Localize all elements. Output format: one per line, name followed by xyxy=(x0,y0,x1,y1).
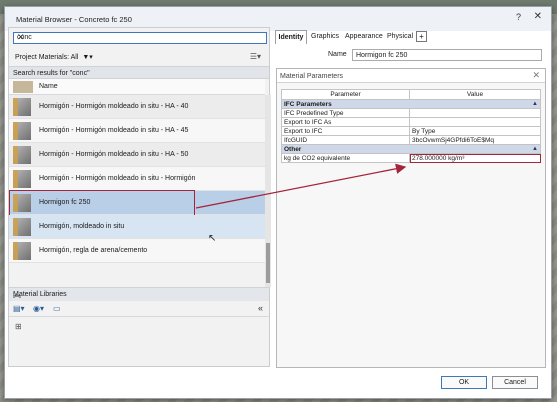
group-row[interactable]: IFC Parameters ▲ xyxy=(281,99,541,109)
param-name: IFC Predefined Type xyxy=(281,108,410,118)
material-parameters-panel: Material Parameters ✕ Parameter Value IF… xyxy=(276,68,546,368)
material-thumbnail xyxy=(13,122,31,140)
param-row[interactable]: kg de CO2 equivalente 278.000000 kg/m³ xyxy=(281,153,541,163)
param-row[interactable]: Export to IFC By Type xyxy=(281,126,541,136)
clear-search-icon[interactable]: ✕ xyxy=(17,32,264,43)
tab-appearance[interactable]: Appearance xyxy=(345,30,383,44)
results-header: Search results for "conc" xyxy=(9,66,269,79)
search-input[interactable]: conc ✕ xyxy=(13,32,267,44)
list-item[interactable]: Hormigón, regla de arena/cemento xyxy=(9,239,265,263)
param-name: IfcGUID xyxy=(281,135,410,145)
project-materials-filter[interactable]: Project Materials: All ▼▾ xyxy=(15,53,93,61)
tab-graphics[interactable]: Graphics xyxy=(311,30,339,44)
material-label: Hormigón - Hormigón moldeado in situ - H… xyxy=(39,151,189,158)
name-field[interactable]: Hormigon fc 250 xyxy=(352,49,542,61)
param-row[interactable]: IfcGUID 3bcOvwmSj4GPfdi6ToE$Mq xyxy=(281,135,541,145)
highlight-box xyxy=(9,190,195,216)
name-row: Name Hormigon fc 250 xyxy=(278,49,544,61)
asset-editor-icon[interactable]: ▭ xyxy=(53,304,61,313)
param-row[interactable]: IFC Predefined Type xyxy=(281,108,541,118)
param-value[interactable]: 3bcOvwmSj4GPfdi6ToE$Mq xyxy=(409,135,541,145)
list-item[interactable]: Hormigón - Hormigón moldeado in situ - H… xyxy=(9,119,265,143)
collapse-left-icon[interactable]: « xyxy=(258,303,263,313)
window-title: Material Browser - Concreto fc 250 xyxy=(16,15,132,24)
parameter-column-header: Parameter xyxy=(281,89,410,100)
material-label: Hormigón - Hormigón moldeado in situ - H… xyxy=(39,103,189,110)
param-value[interactable] xyxy=(409,108,541,118)
params-title-bar: Material Parameters ✕ xyxy=(277,69,545,83)
group-name: Other xyxy=(284,145,302,153)
group-row[interactable]: Other ▲ xyxy=(281,144,541,154)
view-options-icon[interactable]: ☰▾ xyxy=(250,52,261,61)
name-label: Name xyxy=(328,51,347,58)
material-thumbnail xyxy=(13,170,31,188)
list-item[interactable]: Hormigón - Hormigón moldeado in situ - H… xyxy=(9,143,265,167)
help-icon[interactable]: ? xyxy=(516,12,521,22)
tab-identity[interactable]: Identity xyxy=(275,30,307,44)
close-icon[interactable]: ✕ xyxy=(534,11,542,22)
value-column-header: Value xyxy=(409,89,541,100)
cancel-button[interactable]: Cancel xyxy=(492,376,538,389)
param-name: kg de CO2 equivalente xyxy=(281,153,410,163)
co2-value-field[interactable]: 278.000000 kg/m³ xyxy=(409,153,541,163)
list-item-selected[interactable]: Hormigon fc 250 xyxy=(9,190,265,216)
list-scrollbar[interactable] xyxy=(265,95,271,287)
list-item[interactable]: Hormigón - Hormigón moldeado in situ - H… xyxy=(9,167,265,191)
material-label: Hormigón - Hormigón moldeado in situ - H… xyxy=(39,127,189,134)
filter-funnel-icon[interactable]: ▼▾ xyxy=(82,54,92,61)
close-params-icon[interactable]: ✕ xyxy=(532,70,540,81)
material-thumbnail xyxy=(13,98,31,116)
library-pane-icon[interactable]: ⊞ xyxy=(15,322,22,331)
param-value[interactable]: By Type xyxy=(409,126,541,136)
list-item[interactable]: Hormigón, moldeado in situ xyxy=(9,215,265,239)
material-label: Hormigón, moldeado in situ xyxy=(39,223,125,230)
column-header[interactable]: Name xyxy=(9,79,265,95)
add-asset-icon[interactable]: + xyxy=(416,31,427,42)
results-header-text: Search results for "conc" xyxy=(13,70,90,77)
param-value[interactable] xyxy=(409,117,541,127)
material-label: Hormigón, regla de arena/cemento xyxy=(39,247,148,254)
group-name: IFC Parameters xyxy=(284,100,332,108)
ok-button[interactable]: OK xyxy=(441,376,487,389)
material-libraries-header[interactable]: Material Libraries ︽ xyxy=(9,287,269,301)
material-list-pane: conc ✕ Project Materials: All ▼▾ ☰▾ Sear… xyxy=(8,27,271,367)
mouse-cursor-icon: ↖ xyxy=(208,233,217,244)
collapse-caret-icon[interactable]: ▲ xyxy=(532,101,538,107)
material-thumbnail xyxy=(13,218,31,236)
collapse-caret-icon[interactable]: ▲ xyxy=(532,146,538,152)
swatch-column-icon xyxy=(13,81,33,93)
library-toolbar: ▤▾ ◉▾ ▭ « xyxy=(9,301,269,317)
param-name: Export to IFC xyxy=(281,126,410,136)
material-thumbnail xyxy=(13,146,31,164)
param-name: Export to IFC As xyxy=(281,117,410,127)
scrollbar-thumb[interactable] xyxy=(266,243,270,283)
param-row[interactable]: Export to IFC As xyxy=(281,117,541,127)
params-title: Material Parameters xyxy=(280,73,344,80)
open-library-icon[interactable]: ▤▾ xyxy=(13,304,25,313)
tab-physical[interactable]: Physical xyxy=(387,30,413,44)
material-label: Hormigón - Hormigón moldeado in situ - H… xyxy=(39,175,196,182)
project-materials-label: Project Materials: All xyxy=(15,54,79,61)
list-item[interactable]: Hormigón - Hormigón moldeado in situ - H… xyxy=(9,95,265,119)
material-thumbnail xyxy=(13,242,31,260)
material-list: Hormigón - Hormigón moldeado in situ - H… xyxy=(9,95,265,263)
parameters-table: Parameter Value IFC Parameters ▲ IFC Pred… xyxy=(281,89,541,163)
create-material-icon[interactable]: ◉▾ xyxy=(33,304,44,313)
name-column-label: Name xyxy=(39,83,58,90)
collapse-chevron-icon[interactable]: ︽ xyxy=(13,289,263,300)
